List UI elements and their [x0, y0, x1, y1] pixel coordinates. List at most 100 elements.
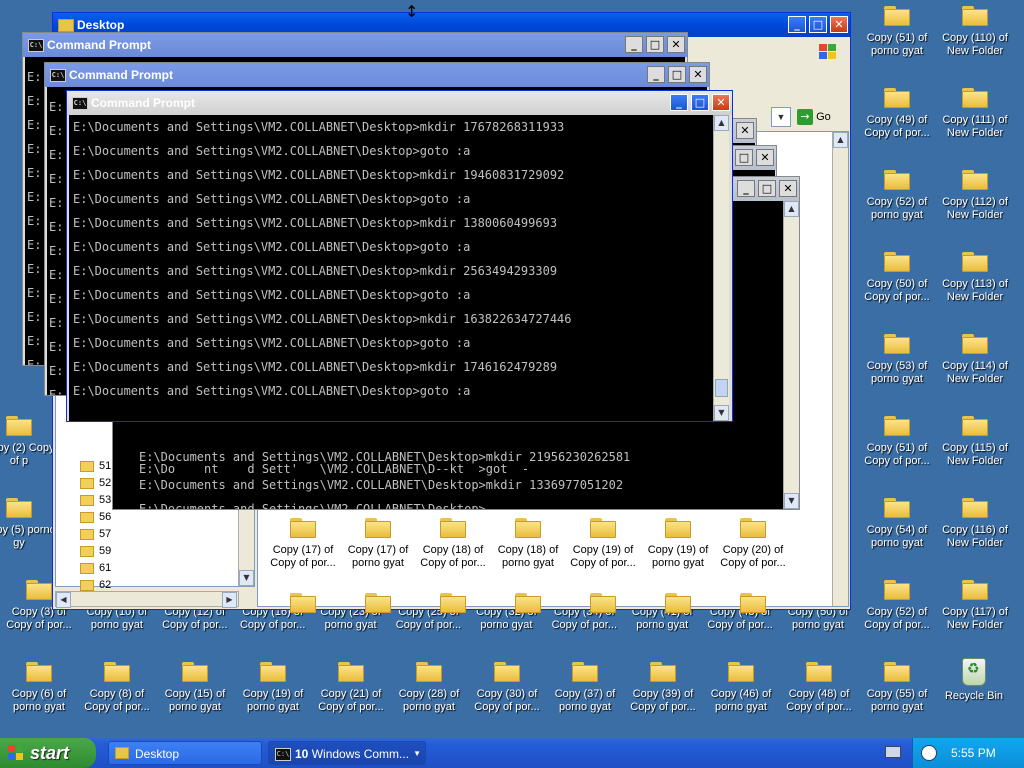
minimize-button[interactable]: _	[670, 94, 688, 111]
folder-item[interactable]	[489, 587, 567, 613]
folder-item[interactable]	[339, 587, 417, 613]
folder-item[interactable]	[564, 587, 642, 613]
console-line: E:\Documents and Settings\VM2.COLLABNET\…	[73, 240, 471, 254]
scroll-up-button[interactable]: ▲	[784, 201, 799, 217]
folder-item[interactable]	[639, 587, 717, 613]
maximize-button[interactable]: □	[758, 180, 776, 197]
tree-hscrollbar[interactable]: ◀ ▶	[55, 591, 239, 608]
folder-item[interactable]: Copy (17) of Copy of por...	[264, 512, 342, 582]
desktop-folder-icon[interactable]: Copy (48) of Copy of por...	[780, 656, 858, 726]
close-button[interactable]: ✕	[736, 122, 754, 139]
desktop-folder-icon[interactable]: Copy (21) of Copy of por...	[312, 656, 390, 726]
tree-item[interactable]: 56	[80, 509, 111, 526]
close-button[interactable]: ✕	[779, 180, 797, 197]
desktop-folder-icon[interactable]: Copy (30) of Copy of por...	[468, 656, 546, 726]
desktop-folder-icon[interactable]: Copy (52) of porno gyat	[858, 164, 936, 234]
desktop-folder-icon[interactable]: Copy (5) porno gy	[0, 492, 58, 562]
tree-item[interactable]: 57	[80, 526, 111, 543]
folder-icon	[572, 660, 598, 682]
close-button[interactable]: ✕	[830, 16, 848, 33]
scroll-up-button[interactable]: ▲	[833, 132, 848, 148]
cmd-scrollbar[interactable]: ▲ ▼	[783, 201, 799, 509]
cmd-title: Command Prompt	[69, 68, 174, 82]
cmd-titlebar[interactable]: C:\ Command Prompt _ □ ✕	[45, 63, 709, 87]
desktop-folder-icon[interactable]: Copy (6) of porno gyat	[0, 656, 78, 726]
folder-item[interactable]	[414, 587, 492, 613]
desktop-folder-icon[interactable]: Copy (28) of porno gyat	[390, 656, 468, 726]
tree-item[interactable]: 59	[80, 543, 111, 560]
minimize-button[interactable]: _	[625, 36, 643, 53]
desktop-folder-icon[interactable]: Copy (2) Copy of p	[0, 410, 58, 480]
desktop-folder-icon[interactable]: Copy (8) of Copy of por...	[78, 656, 156, 726]
desktop-folder-icon[interactable]: Copy (112) of New Folder	[936, 164, 1014, 234]
minimize-button[interactable]: _	[647, 66, 665, 83]
desktop-folder-icon[interactable]: Copy (52) of Copy of por...	[858, 574, 936, 644]
desktop-folder-icon[interactable]: Copy (54) of porno gyat	[858, 492, 936, 562]
desktop-folder-icon[interactable]: Copy (51) of porno gyat	[858, 0, 936, 70]
desktop-folder-icon[interactable]: Copy (117) of New Folder	[936, 574, 1014, 644]
scroll-down-button[interactable]: ▼	[784, 493, 799, 509]
maximize-button[interactable]: □	[646, 36, 664, 53]
scroll-down-button[interactable]: ▼	[239, 570, 254, 586]
tree-item[interactable]: 52	[80, 475, 111, 492]
folder-item[interactable]	[264, 587, 342, 613]
folder-item[interactable]: Copy (20) of Copy of por...	[714, 512, 792, 582]
desktop-folder-icon[interactable]: Copy (110) of New Folder	[936, 0, 1014, 70]
folder-item[interactable]: Copy (18) of Copy of por...	[414, 512, 492, 582]
minimize-button[interactable]: _	[788, 16, 806, 33]
folder-icon	[665, 516, 691, 538]
desktop-folder-icon[interactable]: Copy (55) of porno gyat	[858, 656, 936, 726]
close-button[interactable]: ✕	[756, 149, 774, 166]
maximize-button[interactable]: □	[735, 149, 753, 166]
desktop-folder-icon[interactable]: Copy (46) of porno gyat	[702, 656, 780, 726]
tree-item[interactable]: 51	[80, 458, 111, 475]
close-button[interactable]: ✕	[712, 94, 730, 111]
cmd-titlebar[interactable]: C:\ Command Prompt _ □ ✕	[67, 91, 732, 115]
cmd-scrollbar[interactable]: ▲ ▼	[713, 115, 729, 421]
scroll-left-button[interactable]: ◀	[56, 592, 71, 608]
folder-item[interactable]: Copy (19) of Copy of por...	[564, 512, 642, 582]
maximize-button[interactable]: □	[668, 66, 686, 83]
folder-item[interactable]: Copy (18) of porno gyat	[489, 512, 567, 582]
minimize-button[interactable]: _	[737, 180, 755, 197]
desktop-folder-icon[interactable]: Copy (49) of Copy of por...	[858, 82, 936, 152]
content-scrollbar[interactable]: ▲	[832, 132, 848, 606]
desktop-folder-icon[interactable]: Copy (113) of New Folder	[936, 246, 1014, 316]
taskbar-cmd-group-button[interactable]: C:\ 10 Windows Comm... ▼	[268, 741, 426, 765]
scroll-up-button[interactable]: ▲	[714, 115, 729, 131]
desktop-folder-icon[interactable]: Copy (19) of porno gyat	[234, 656, 312, 726]
desktop-folder-icon[interactable]: Copy (51) of Copy of por...	[858, 410, 936, 480]
cmd-titlebar[interactable]: C:\ Command Prompt _ □ ✕	[23, 33, 687, 57]
tree-item[interactable]: 61	[80, 560, 111, 577]
desktop-folder-icon[interactable]: Copy (116) of New Folder	[936, 492, 1014, 562]
desktop-folder-icon[interactable]: Copy (53) of porno gyat	[858, 328, 936, 398]
start-button[interactable]: start	[0, 738, 96, 768]
scroll-thumb[interactable]	[715, 379, 728, 397]
desktop-folder-icon[interactable]: Copy (50) of Copy of por...	[858, 246, 936, 316]
clock[interactable]: 5:55 PM	[951, 738, 996, 768]
folder-item[interactable]: Copy (17) of porno gyat	[339, 512, 417, 582]
maximize-button[interactable]: □	[809, 16, 827, 33]
desktop-folder-icon[interactable]: Copy (37) of porno gyat	[546, 656, 624, 726]
keyboard-icon[interactable]	[885, 746, 901, 758]
taskbar-desktop-button[interactable]: Desktop	[108, 741, 262, 765]
address-dropdown-button[interactable]: ▼	[771, 107, 791, 127]
folder-item[interactable]	[714, 587, 792, 613]
desktop-folder-icon[interactable]: Copy (39) of Copy of por...	[624, 656, 702, 726]
desktop-folder-icon[interactable]: Copy (15) of porno gyat	[156, 656, 234, 726]
close-button[interactable]: ✕	[689, 66, 707, 83]
scroll-right-button[interactable]: ▶	[222, 592, 237, 608]
desktop-folder-icon[interactable]: Copy (114) of New Folder	[936, 328, 1014, 398]
recycle-bin[interactable]: Recycle Bin	[935, 656, 1013, 726]
cmd-window-front[interactable]: C:\ Command Prompt _ □ ✕ E:\Documents an…	[66, 90, 733, 422]
console-line: E:\Documents and Settings\VM2.COLLABNET\…	[73, 288, 471, 302]
maximize-button[interactable]: □	[691, 94, 709, 111]
tree-item[interactable]: 53	[80, 492, 111, 509]
folder-item[interactable]: Copy (19) of porno gyat	[639, 512, 717, 582]
cmd-console-front[interactable]: E:\Documents and Settings\VM2.COLLABNET\…	[69, 115, 713, 421]
desktop-folder-icon[interactable]: Copy (111) of New Folder	[936, 82, 1014, 152]
scroll-down-button[interactable]: ▼	[714, 405, 729, 421]
go-button[interactable]: → Go	[797, 107, 841, 127]
desktop-folder-icon[interactable]: Copy (115) of New Folder	[936, 410, 1014, 480]
close-button[interactable]: ✕	[667, 36, 685, 53]
